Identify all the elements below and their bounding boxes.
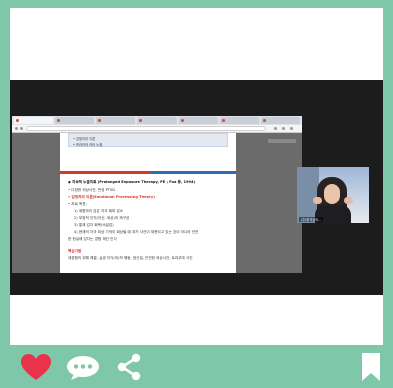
doc-line: 3) 통제 감각 회복(숙달감) xyxy=(74,223,114,227)
webcam-label: (주)한국심리... xyxy=(299,217,324,222)
doc-line: • 감정처리 이론(Emotional Processing Theory) xyxy=(68,195,155,199)
comment-icon[interactable] xyxy=(66,355,100,381)
doc-line: 2) 부정적 인지(자신, 세상)의 재구성 xyxy=(74,216,130,220)
share-icon[interactable] xyxy=(116,353,142,381)
summary-box: • 감정처리 이론 • 프라이어 카타 노출 xyxy=(68,133,228,147)
summary-item: • 프라이어 카타 노출 xyxy=(73,143,103,147)
browser-tab[interactable] xyxy=(260,117,300,124)
action-bar xyxy=(0,345,393,388)
summary-item: • 감정처리 이론 xyxy=(73,137,96,141)
document-page: • 감정처리 이론 • 프라이어 카타 노출 ◆ 지속적 노출치료 (Prolo… xyxy=(60,133,236,273)
profile-icon[interactable] xyxy=(282,127,285,130)
doc-line: 재경험의 위해 해결, 실생 지각(외)적 행동, 정신질, 안전한 외상사건,… xyxy=(68,256,193,260)
doc-line: • 치료 목표: xyxy=(68,202,87,206)
doc-line: • 다양한 외상사건, 만성 PTSD xyxy=(68,188,115,192)
browser-tab[interactable] xyxy=(96,117,136,124)
speaker-face xyxy=(324,184,340,204)
doc-heading: ◆ 지속적 노출치료 (Prolonged Exposure Therapy, … xyxy=(68,180,196,184)
browser-tab[interactable] xyxy=(178,117,218,124)
browser-tab[interactable] xyxy=(55,117,95,124)
bookmark-icon[interactable] xyxy=(361,352,381,382)
address-bar-row xyxy=(12,125,302,133)
back-icon[interactable] xyxy=(15,127,18,130)
browser-tab[interactable] xyxy=(137,117,177,124)
doc-line: 4) 현재의 자극 외상 기억이 회상될 때 과거 사건이 재현되고 있는 것이… xyxy=(74,230,199,234)
menu-icon[interactable] xyxy=(290,127,293,130)
browser-tab[interactable] xyxy=(219,117,259,124)
pdf-viewer[interactable]: • 감정처리 이론 • 프라이어 카타 노출 ◆ 지속적 노출치료 (Prolo… xyxy=(12,133,302,273)
reload-icon[interactable] xyxy=(20,127,23,130)
doc-line: 1) 위험하지 않은 자극 회피 감소 xyxy=(74,209,124,213)
browser-tab-bar xyxy=(12,116,302,125)
divider-blue xyxy=(150,171,236,174)
address-bar[interactable] xyxy=(26,126,266,131)
doc-line: 한 현실에 있다는 경험 재인 인식 xyxy=(68,237,117,241)
extension-icon[interactable] xyxy=(274,127,277,130)
browser-tab[interactable] xyxy=(14,117,54,124)
heart-icon[interactable] xyxy=(20,353,52,381)
webcam-feed: (주)한국심리... xyxy=(297,167,369,223)
doc-section-title: 핵심기법 xyxy=(68,249,82,253)
pdf-toolbar xyxy=(268,139,296,143)
